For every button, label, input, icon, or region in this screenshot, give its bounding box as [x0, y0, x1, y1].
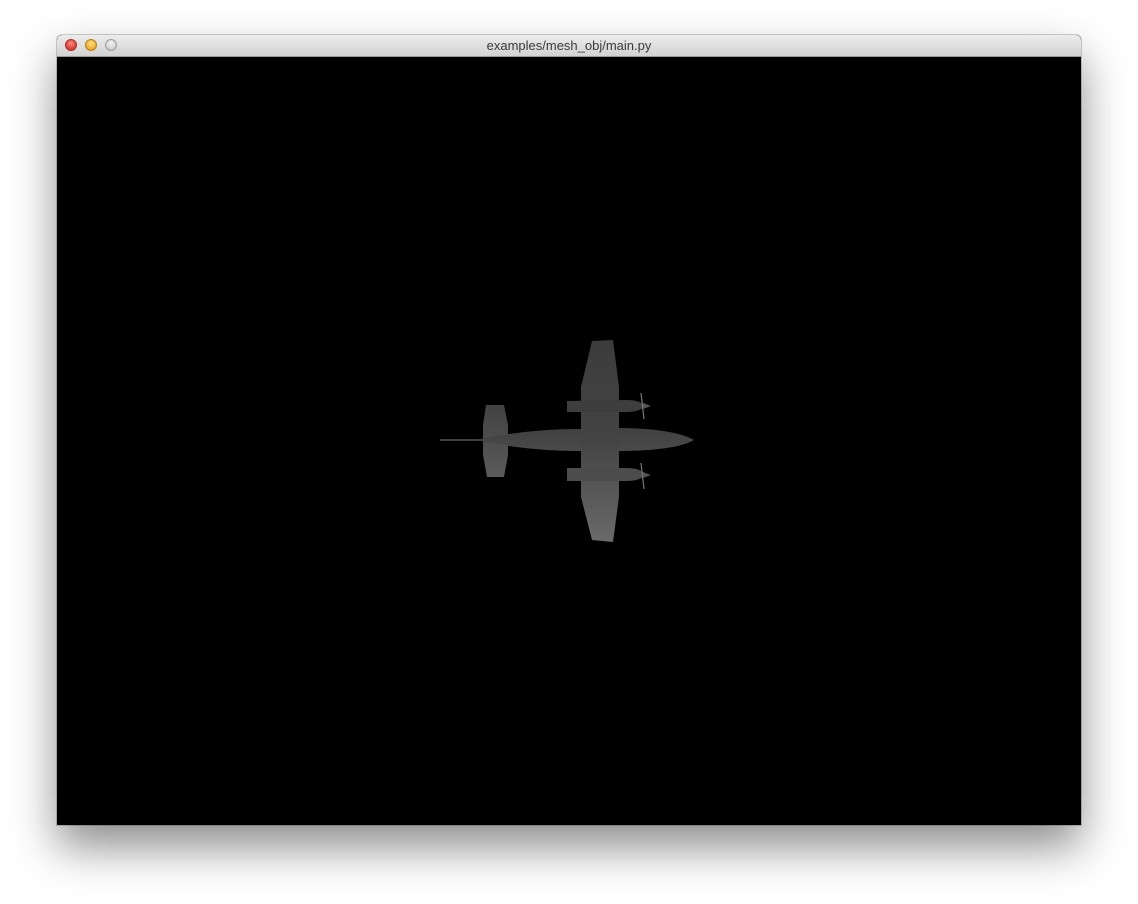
airplane-icon: [440, 340, 694, 542]
airplane-mesh-render: [440, 340, 694, 542]
main-wing: [581, 340, 619, 542]
title-bar[interactable]: examples/mesh_obj/main.py: [57, 35, 1081, 57]
lower-engine: [567, 468, 645, 481]
app-window: examples/mesh_obj/main.py: [57, 35, 1081, 825]
gl-viewport[interactable]: [57, 57, 1081, 825]
upper-engine: [567, 400, 645, 412]
window-title: examples/mesh_obj/main.py: [486, 38, 652, 53]
upper-spinner: [643, 403, 651, 409]
lower-spinner: [643, 472, 651, 478]
